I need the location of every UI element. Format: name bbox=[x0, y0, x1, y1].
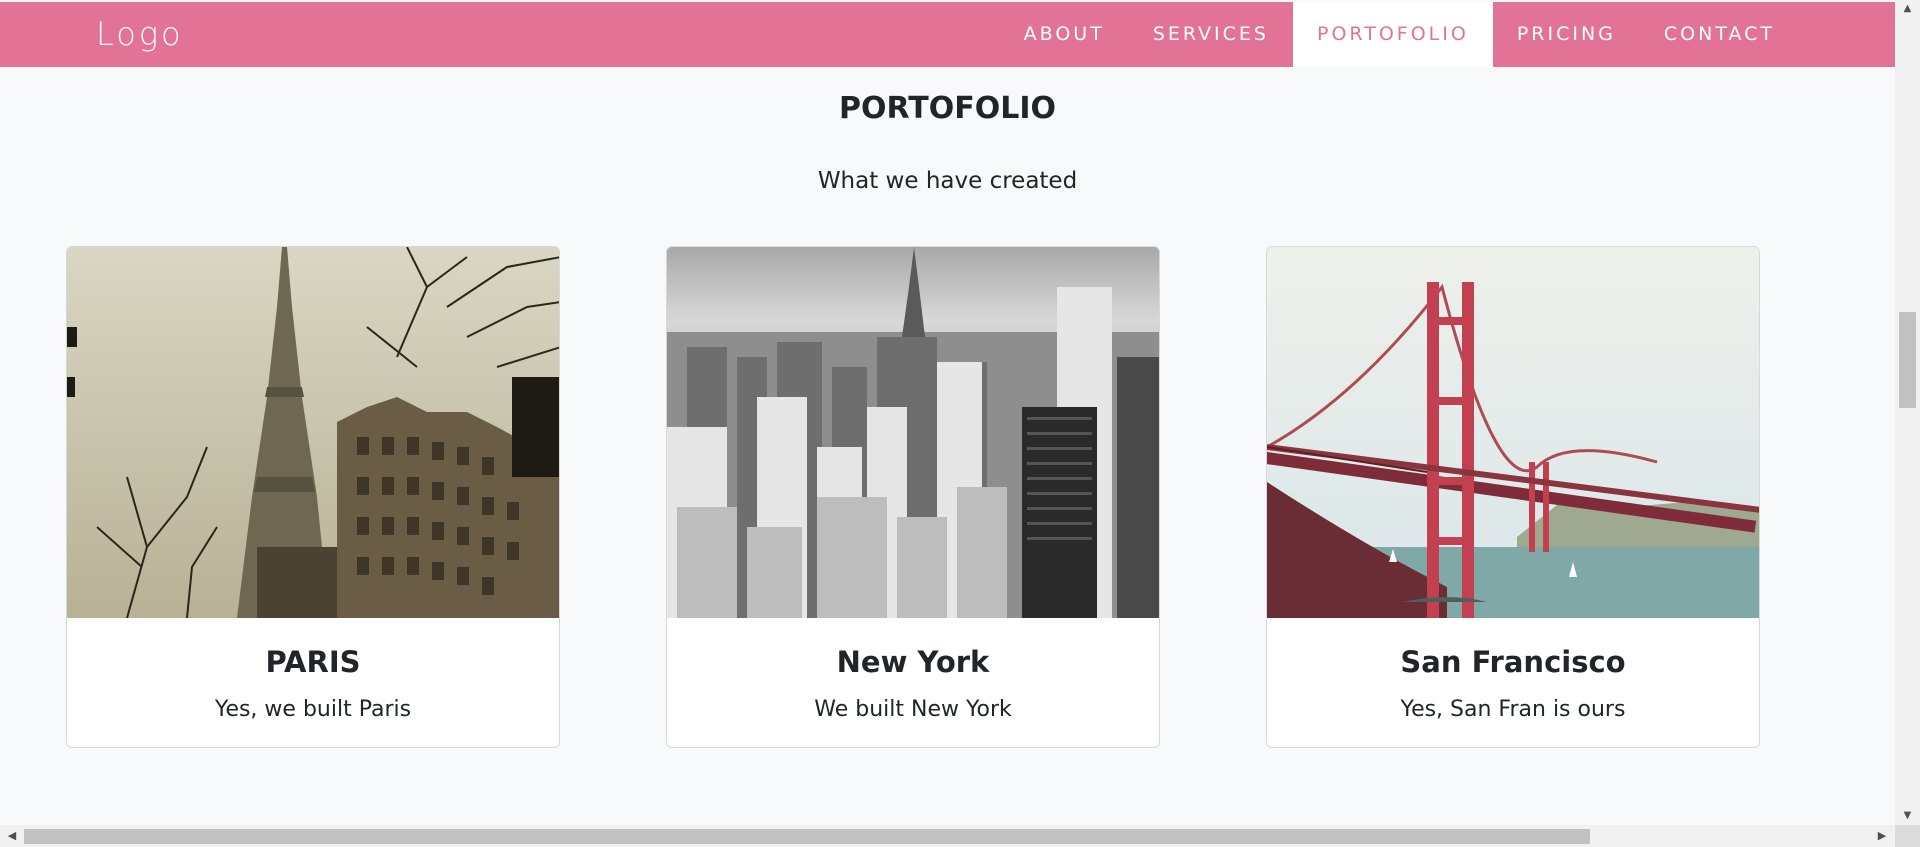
portfolio-card-new-york: New York We built New York bbox=[666, 246, 1160, 748]
san-francisco-image bbox=[1267, 247, 1759, 618]
nav-item-pricing[interactable]: PRICING bbox=[1493, 2, 1640, 67]
new-york-image bbox=[667, 247, 1159, 618]
scroll-up-icon[interactable]: ▲ bbox=[1895, 0, 1920, 18]
nav-item-portfolio[interactable]: PORTOFOLIO bbox=[1292, 2, 1493, 67]
card-title: San Francisco bbox=[1400, 645, 1626, 679]
section-title: PORTOFOLIO bbox=[839, 91, 1056, 126]
section-subtitle: What we have created bbox=[817, 168, 1078, 194]
scroll-down-icon[interactable]: ▼ bbox=[1895, 807, 1920, 825]
horizontal-scroll-thumb[interactable] bbox=[24, 829, 1590, 844]
scrollbar-corner bbox=[1895, 825, 1920, 847]
vertical-scrollbar[interactable]: ▲ ▼ bbox=[1895, 0, 1920, 825]
scroll-right-icon[interactable]: ▶ bbox=[1872, 825, 1892, 847]
navbar: Logo ABOUT SERVICES PORTOFOLIO PRICING C… bbox=[0, 2, 1895, 67]
nav-item-about[interactable]: ABOUT bbox=[1000, 2, 1129, 67]
horizontal-scrollbar[interactable]: ◀ ▶ bbox=[0, 825, 1895, 847]
card-text: Yes, San Fran is ours bbox=[1400, 697, 1626, 722]
logo[interactable]: Logo bbox=[96, 2, 184, 67]
nav-item-contact[interactable]: CONTACT bbox=[1640, 2, 1799, 67]
nav-item-services[interactable]: SERVICES bbox=[1129, 2, 1293, 67]
vertical-scroll-thumb[interactable] bbox=[1899, 312, 1916, 408]
portfolio-card-paris: PARIS Yes, we built Paris bbox=[66, 246, 560, 748]
card-title: New York bbox=[836, 645, 990, 679]
paris-image bbox=[67, 247, 559, 618]
card-text: We built New York bbox=[814, 697, 1012, 722]
card-text: Yes, we built Paris bbox=[214, 697, 412, 722]
card-title: PARIS bbox=[265, 645, 361, 679]
portfolio-card-san-francisco: San Francisco Yes, San Fran is ours bbox=[1266, 246, 1760, 748]
scroll-left-icon[interactable]: ◀ bbox=[2, 825, 22, 847]
nav-menu: ABOUT SERVICES PORTOFOLIO PRICING CONTAC… bbox=[1000, 2, 1799, 67]
